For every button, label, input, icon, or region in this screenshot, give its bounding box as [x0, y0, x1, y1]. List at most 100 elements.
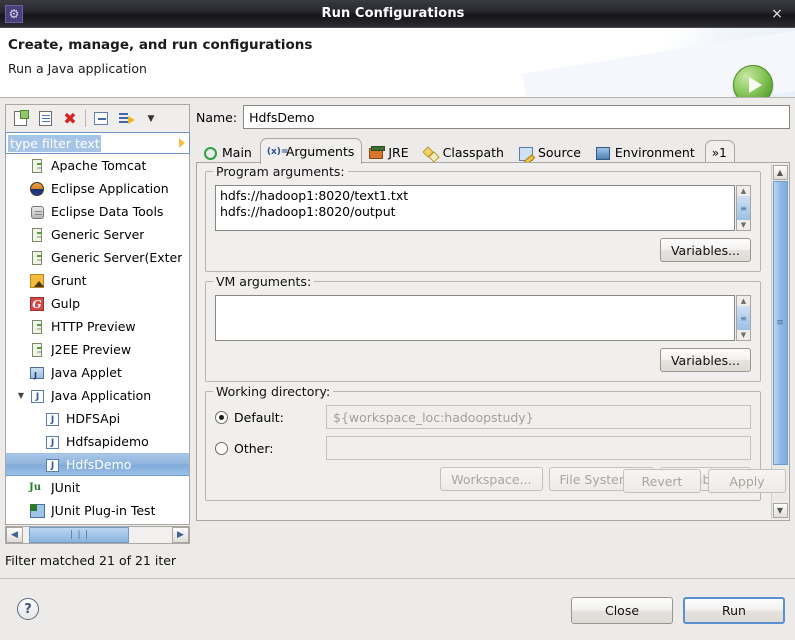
tree-item-hdfsapidemo[interactable]: J Hdfsapidemo: [6, 430, 189, 453]
new-configuration-icon[interactable]: [10, 109, 30, 129]
toolbar-separator: [85, 110, 86, 127]
footer-divider: [0, 578, 795, 579]
scroll-thumb[interactable]: ≡: [737, 306, 750, 330]
tree-item-label: Eclipse Application: [51, 181, 169, 196]
working-directory-default-label: Default:: [234, 409, 284, 425]
revert-button[interactable]: Revert: [623, 469, 701, 493]
configurations-panel: ✖ ▼ type filter text Apache Tomcat Eclips…: [5, 104, 190, 574]
scroll-left-icon[interactable]: ◀: [6, 527, 23, 543]
filter-configurations-icon[interactable]: [116, 109, 136, 129]
tree-item-label: JUnit Plug-in Test: [51, 503, 156, 518]
database-icon: [29, 204, 46, 220]
tree-item-generic-server-exter[interactable]: Generic Server(Exter: [6, 246, 189, 269]
tree-item-hdfsapi[interactable]: J HDFSApi: [6, 407, 189, 430]
tree-item-gulp[interactable]: G Gulp: [6, 292, 189, 315]
tab-environment[interactable]: Environment: [589, 140, 703, 164]
apply-button[interactable]: Apply: [708, 469, 786, 493]
program-arguments-label: Program arguments:: [213, 164, 348, 179]
tab-arguments[interactable]: (x)= Arguments: [259, 138, 363, 164]
hscroll-thumb[interactable]: ❘❘❘: [29, 527, 129, 543]
tab-overflow-label: »1: [711, 145, 727, 160]
scroll-up-icon[interactable]: ▲: [772, 165, 788, 180]
tree-item-java-applet[interactable]: Java Applet: [6, 361, 189, 384]
configuration-editor: Name: HdfsDemo Main (x)= Arguments JRE Class…: [196, 104, 790, 574]
name-label: Name:: [196, 109, 238, 125]
jre-icon: [369, 145, 386, 160]
scroll-down-icon[interactable]: ▼: [772, 503, 788, 518]
tree-item-label: J2EE Preview: [51, 342, 132, 357]
tree-item-generic-server[interactable]: Generic Server: [6, 223, 189, 246]
tree-item-label: HTTP Preview: [51, 319, 136, 334]
scroll-down-icon[interactable]: ▼: [741, 330, 746, 340]
working-directory-workspace-button[interactable]: Workspace...: [440, 467, 543, 491]
help-question-icon[interactable]: ?: [17, 598, 39, 620]
tree-item-label: Generic Server: [51, 227, 145, 242]
expand-collapse-icon[interactable]: ▼: [14, 391, 28, 400]
vm-arguments-group: VM arguments: ▲ ≡ ▼ Variables...: [205, 274, 761, 382]
working-directory-other-radio[interactable]: [215, 441, 228, 455]
tab-main[interactable]: Main: [196, 140, 260, 164]
tree-item-eclipse-data-tools[interactable]: Eclipse Data Tools: [6, 200, 189, 223]
working-directory-label: Working directory:: [213, 384, 334, 399]
vm-arguments-scrollbar[interactable]: ▲ ≡ ▼: [736, 295, 751, 341]
tree-item-junit-plug-in-test[interactable]: JUnit Plug-in Test: [6, 499, 189, 522]
tree-item-label: Generic Server(Exter: [51, 250, 183, 265]
tree-item-java-application[interactable]: ▼ J Java Application: [6, 384, 189, 407]
tree-item-label: Gulp: [51, 296, 81, 311]
tree-item-label: Grunt: [51, 273, 87, 288]
close-icon[interactable]: ×: [763, 6, 791, 22]
server-icon: [29, 158, 46, 174]
tree-item-grunt[interactable]: Grunt: [6, 269, 189, 292]
tree-horizontal-scrollbar[interactable]: ◀ ❘❘❘ ▶: [5, 526, 190, 544]
delete-configuration-icon[interactable]: ✖: [60, 109, 80, 129]
vm-arguments-input[interactable]: [215, 295, 735, 341]
filter-clear-icon[interactable]: [179, 138, 185, 148]
view-menu-chevron-icon[interactable]: ▼: [141, 109, 161, 129]
run-button[interactable]: Run: [683, 597, 785, 624]
tab-classpath[interactable]: Classpath: [417, 140, 512, 164]
scroll-up-icon[interactable]: ▲: [741, 186, 746, 196]
name-input[interactable]: HdfsDemo: [243, 105, 790, 129]
name-row: Name: HdfsDemo: [196, 104, 790, 130]
tab-jre[interactable]: JRE: [362, 140, 416, 164]
close-button[interactable]: Close: [571, 597, 673, 624]
configurations-tree[interactable]: Apache Tomcat Eclipse Application Eclipse …: [5, 154, 190, 525]
tab-label: Environment: [614, 145, 695, 160]
dialog-header: Create, manage, and run configurations R…: [0, 28, 795, 98]
tab-source[interactable]: Source: [512, 140, 589, 164]
program-arguments-input[interactable]: hdfs://hadoop1:8020/text1.txt hdfs://hado…: [215, 185, 735, 231]
java-launch-icon: J: [44, 434, 61, 450]
run-play-icon: [733, 65, 773, 97]
tree-item-http-preview[interactable]: HTTP Preview: [6, 315, 189, 338]
program-arguments-scrollbar[interactable]: ▲ ≡ ▼: [736, 185, 751, 231]
scroll-right-icon[interactable]: ▶: [172, 527, 189, 543]
filter-input[interactable]: type filter text: [5, 132, 190, 154]
dialog-buttons: Close Run: [571, 597, 785, 624]
tab-overflow[interactable]: »1: [704, 140, 735, 164]
tree-item-apache-tomcat[interactable]: Apache Tomcat: [6, 154, 189, 177]
scroll-down-icon[interactable]: ▼: [741, 220, 746, 230]
working-directory-default-radio[interactable]: [215, 410, 228, 424]
tab-vertical-scrollbar[interactable]: ▲ ≡ ▼: [771, 164, 788, 519]
tree-item-j2ee-preview[interactable]: J2EE Preview: [6, 338, 189, 361]
vscroll-thumb[interactable]: ≡: [772, 181, 788, 465]
tree-item-label: HDFSApi: [66, 411, 121, 426]
tree-item-eclipse-application[interactable]: Eclipse Application: [6, 177, 189, 200]
filter-input-text: type filter text: [8, 134, 101, 152]
working-directory-other-input[interactable]: [326, 436, 751, 460]
tree-item-hdfsdemo[interactable]: J HdfsDemo: [6, 453, 189, 476]
program-arguments-line: hdfs://hadoop1:8020/text1.txt: [220, 188, 409, 203]
duplicate-configuration-icon[interactable]: [35, 109, 55, 129]
tree-item-junit[interactable]: Ju JUnit: [6, 476, 189, 499]
program-arguments-variables-button[interactable]: Variables...: [659, 238, 751, 262]
collapse-all-icon[interactable]: [91, 109, 111, 129]
tab-label: Main: [222, 145, 252, 160]
vm-arguments-variables-button[interactable]: Variables...: [659, 348, 751, 372]
tree-item-label: Java Application: [51, 388, 152, 403]
scroll-thumb[interactable]: ≡: [737, 196, 750, 220]
scroll-up-icon[interactable]: ▲: [741, 296, 746, 306]
tree-item-label: Apache Tomcat: [51, 158, 147, 173]
hscroll-track[interactable]: ❘❘❘: [23, 527, 172, 543]
classpath-icon: [424, 146, 439, 160]
name-input-value: HdfsDemo: [249, 109, 315, 125]
